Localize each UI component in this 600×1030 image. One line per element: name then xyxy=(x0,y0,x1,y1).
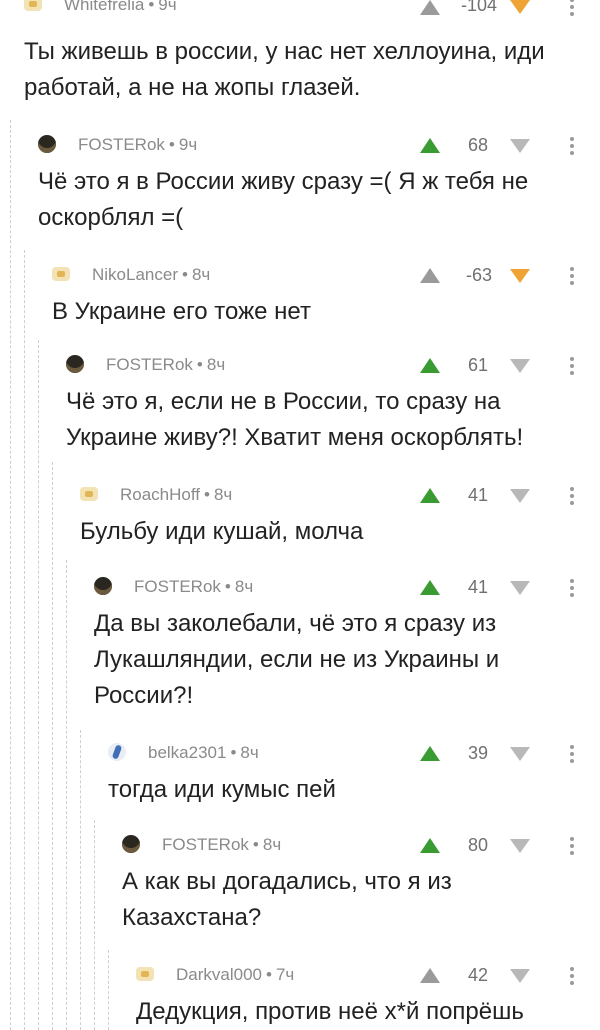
more-vertical-icon[interactable] xyxy=(569,485,575,507)
comment-header: belka2301 • 8ч 39 xyxy=(0,740,600,770)
comment-rating: -63 xyxy=(465,265,492,285)
author-name[interactable]: belka2301 xyxy=(148,743,226,762)
down-arrow-icon[interactable] xyxy=(510,581,530,595)
comment-header: RoachHoff • 8ч 41 xyxy=(0,482,600,512)
down-arrow-icon[interactable] xyxy=(510,969,530,983)
avatar[interactable] xyxy=(108,743,126,761)
author-name[interactable]: FOSTERok xyxy=(162,835,249,854)
comment-header: NikoLancer • 8ч -63 xyxy=(0,262,600,292)
author-name[interactable]: NikoLancer xyxy=(92,265,178,284)
comment-rating: 41 xyxy=(467,577,488,597)
comment-rating: 80 xyxy=(467,835,488,855)
comment-meta: FOSTERok • 9ч xyxy=(78,135,198,154)
more-vertical-icon[interactable] xyxy=(569,135,575,157)
comment-meta: FOSTERok • 8ч xyxy=(162,835,282,854)
down-arrow-icon[interactable] xyxy=(510,139,530,153)
comment-text: Дедукция, против неё х*й попрёшь xyxy=(136,998,524,1025)
author-name[interactable]: Whitefrelia xyxy=(64,0,144,14)
more-vertical-icon[interactable] xyxy=(569,835,575,857)
more-vertical-icon[interactable] xyxy=(569,265,575,287)
comment-meta: belka2301 • 8ч xyxy=(148,743,259,762)
comment-header: FOSTERok • 9ч 68 xyxy=(0,132,600,162)
comment-header: Whitefrelia • 9ч -104 xyxy=(0,0,600,30)
comment-text: Да вы заколебали, чё это я сразу из Лука… xyxy=(94,610,500,709)
comment-meta: Whitefrelia • 9ч xyxy=(64,0,177,18)
comment-header: FOSTERok • 8ч 61 xyxy=(0,352,600,382)
comment: FOSTERok • 9ч 68 Чё это я в России живу ср… xyxy=(0,132,600,252)
down-arrow-icon[interactable] xyxy=(510,359,530,373)
comment-text: А как вы догадались, что я из Казахстана… xyxy=(122,868,452,931)
comment-meta: FOSTERok • 8ч xyxy=(134,577,254,596)
comment-text: тогда иди кумыс пей xyxy=(108,776,336,803)
author-name[interactable]: FOSTERok xyxy=(134,577,221,596)
comment-rating: 42 xyxy=(467,965,488,985)
down-arrow-icon[interactable] xyxy=(510,839,530,853)
comment-meta: Darkval000 • 7ч xyxy=(176,965,295,984)
comment-meta: FOSTERok • 8ч xyxy=(106,355,226,374)
more-vertical-icon[interactable] xyxy=(569,355,575,377)
comment-time[interactable]: 8ч xyxy=(235,577,253,596)
more-vertical-icon[interactable] xyxy=(569,743,575,765)
comment: Whitefrelia • 9ч -104 Ты живешь в россии, … xyxy=(0,0,600,110)
avatar[interactable] xyxy=(66,355,84,373)
down-arrow-icon[interactable] xyxy=(510,747,530,761)
author-name[interactable]: FOSTERok xyxy=(78,135,165,154)
comment-header: FOSTERok • 8ч 80 xyxy=(0,832,600,862)
comment: FOSTERok • 8ч 41 Да вы заколебали, чё это … xyxy=(0,574,600,734)
comment-text: Чё это я в России живу сразу =( Я ж тебя… xyxy=(38,168,529,231)
comment: RoachHoff • 8ч 41 Бульбу иди кушай, молча xyxy=(0,482,600,562)
comment: FOSTERok • 8ч 61 Чё это я, если не в Росси… xyxy=(0,352,600,472)
comment-time[interactable]: 8ч xyxy=(192,265,210,284)
avatar[interactable] xyxy=(94,577,112,595)
avatar[interactable] xyxy=(136,967,154,981)
avatar[interactable] xyxy=(80,487,98,501)
comment-time[interactable]: 8ч xyxy=(263,835,281,854)
comment-meta: RoachHoff • 8ч xyxy=(120,485,233,504)
comment-text: В Украине его тоже нет xyxy=(52,298,311,325)
comment: FOSTERok • 8ч 80 А как вы догадались, что … xyxy=(0,832,600,952)
comment-time[interactable]: 8ч xyxy=(207,355,225,374)
comment-text: Чё это я, если не в России, то сразу на … xyxy=(66,388,524,451)
comment-rating: 39 xyxy=(467,743,488,763)
author-name[interactable]: Darkval000 xyxy=(176,965,262,984)
more-vertical-icon[interactable] xyxy=(569,965,575,987)
comment-time[interactable]: 9ч xyxy=(158,0,176,14)
comment: Darkval000 • 7ч 42 Дедукция, против неё х*… xyxy=(0,962,600,1030)
more-vertical-icon[interactable] xyxy=(569,0,575,18)
more-vertical-icon[interactable] xyxy=(569,577,575,599)
down-arrow-icon[interactable] xyxy=(510,269,530,283)
comment-time[interactable]: 8ч xyxy=(214,485,232,504)
comment-rating: 41 xyxy=(467,485,488,505)
comment-time[interactable]: 9ч xyxy=(179,135,197,154)
comment-rating: 68 xyxy=(467,135,488,155)
comment: NikoLancer • 8ч -63 В Украине его тоже нет xyxy=(0,262,600,342)
comment-header: Darkval000 • 7ч 42 xyxy=(0,962,600,992)
down-arrow-icon[interactable] xyxy=(510,0,530,14)
comment-rating: -104 xyxy=(460,0,497,15)
comment-rating: 61 xyxy=(467,355,488,375)
comment-meta: NikoLancer • 8ч xyxy=(92,265,211,284)
comment-time[interactable]: 7ч xyxy=(276,965,294,984)
avatar[interactable] xyxy=(38,135,56,153)
avatar[interactable] xyxy=(122,835,140,853)
comment-header: FOSTERok • 8ч 41 xyxy=(0,574,600,604)
down-arrow-icon[interactable] xyxy=(510,489,530,503)
avatar[interactable] xyxy=(24,0,42,11)
comment-thread: Whitefrelia • 9ч -104 Ты живешь в россии, … xyxy=(0,0,600,1030)
comment-time[interactable]: 8ч xyxy=(240,743,258,762)
author-name[interactable]: FOSTERok xyxy=(106,355,193,374)
avatar[interactable] xyxy=(52,267,70,281)
comment-text: Бульбу иди кушай, молча xyxy=(80,518,364,545)
comment: belka2301 • 8ч 39 тогда иди кумыс пей xyxy=(0,740,600,820)
comment-text: Ты живешь в россии, у нас нет хеллоуина,… xyxy=(24,38,545,101)
author-name[interactable]: RoachHoff xyxy=(120,485,200,504)
